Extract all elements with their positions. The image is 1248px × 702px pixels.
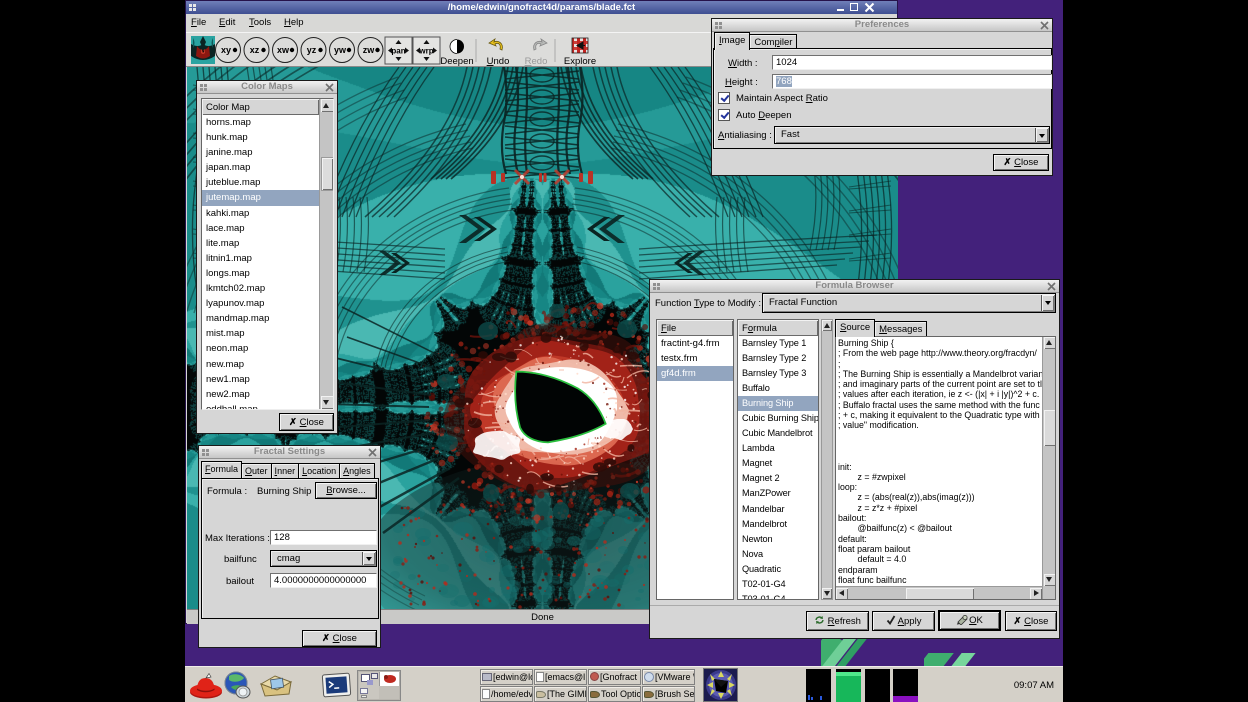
svg-text:Undo: Undo [487, 56, 510, 66]
svg-text:pan: pan [391, 47, 405, 56]
svg-text:zw: zw [363, 45, 376, 55]
svg-text:xz: xz [250, 45, 260, 55]
svg-text:yz: yz [307, 45, 317, 55]
svg-text:Redo: Redo [525, 56, 548, 66]
svg-text:Explore: Explore [564, 56, 596, 66]
svg-text:xy: xy [221, 45, 231, 55]
svg-text:xw: xw [277, 45, 290, 55]
svg-text:Deepen: Deepen [440, 56, 473, 66]
svg-text:yw: yw [334, 45, 347, 55]
